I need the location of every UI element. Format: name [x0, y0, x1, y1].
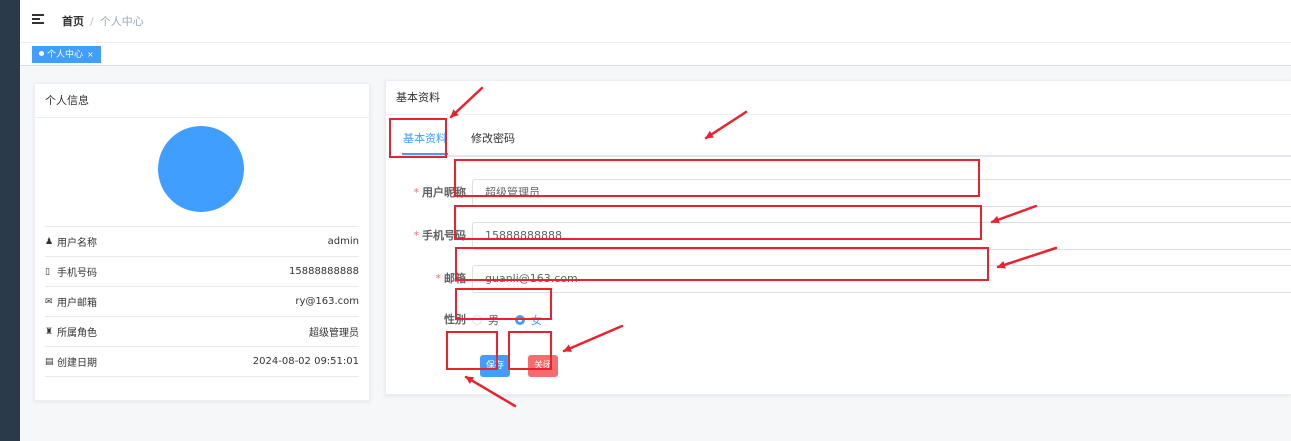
info-row-role: ♜ 所属角色 超级管理员: [45, 316, 359, 346]
breadcrumb: 首页 / 个人中心: [62, 13, 144, 29]
main-content: 个人信息 ♟ 用户名称 admin ▯ 手机号码 15888888888 ✉ 用户邮箱…: [20, 66, 1291, 441]
nickname-label: 用户昵称: [422, 186, 466, 199]
tab-basic-info[interactable]: 基本资料: [402, 127, 448, 155]
basic-card-title: 基本资料: [386, 81, 1291, 115]
close-button[interactable]: 关闭: [528, 355, 558, 377]
info-label: 用户邮箱: [57, 298, 97, 309]
radio-label: 女: [531, 314, 542, 327]
profile-card-title: 个人信息: [35, 84, 369, 118]
info-value: 15888888888: [289, 266, 359, 277]
required-asterisk: *: [435, 272, 442, 285]
breadcrumb-home[interactable]: 首页: [62, 15, 84, 28]
tag-active-dot-icon: [39, 51, 44, 56]
required-asterisk: *: [413, 186, 420, 199]
phone-input[interactable]: 15888888888: [472, 222, 1291, 250]
phone-label: 手机号码: [422, 229, 466, 242]
gender-radio-male[interactable]: 男: [472, 312, 499, 328]
role-icon: ♜: [45, 326, 54, 337]
user-icon: ♟: [45, 236, 54, 247]
form-row-gender: 性别 男 女: [386, 306, 1291, 334]
info-value: 超级管理员: [309, 328, 359, 339]
form-row-nickname: * 用户昵称 超级管理员: [386, 179, 1291, 207]
info-row-username: ♟ 用户名称 admin: [45, 226, 359, 256]
gender-radio-group: 男 女: [472, 306, 558, 334]
avatar[interactable]: [158, 126, 244, 212]
form-row-phone: * 手机号码 15888888888: [386, 222, 1291, 250]
tabs: 基本资料 修改密码: [396, 127, 1291, 157]
tag-profile[interactable]: 个人中心 ×: [32, 46, 101, 63]
info-row-created: ▤ 创建日期 2024-08-02 09:51:01: [45, 346, 359, 377]
info-label: 所属角色: [57, 328, 97, 339]
form-row-email: * 邮箱 guanli@163.com: [386, 265, 1291, 293]
email-input[interactable]: guanli@163.com: [472, 265, 1291, 293]
email-label: 邮箱: [444, 272, 466, 285]
radio-circle-icon: [472, 315, 482, 325]
tab-change-password[interactable]: 修改密码: [471, 127, 515, 153]
phone-icon: ▯: [45, 266, 50, 277]
sidebar-collapsed: [0, 0, 20, 441]
profile-info-list: ♟ 用户名称 admin ▯ 手机号码 15888888888 ✉ 用户邮箱 ry@1…: [45, 226, 359, 377]
info-value: ry@163.com: [295, 296, 359, 307]
navbar: 首页 / 个人中心: [20, 0, 1291, 43]
gender-radio-female[interactable]: 女: [515, 312, 542, 328]
breadcrumb-separator: /: [90, 15, 94, 28]
info-value: admin: [327, 236, 359, 247]
info-label: 手机号码: [57, 268, 97, 279]
gender-label: 性别: [444, 313, 466, 326]
info-row-phone: ▯ 手机号码 15888888888: [45, 256, 359, 286]
hamburger-icon[interactable]: [32, 14, 44, 25]
tag-label: 个人中心: [47, 50, 84, 60]
radio-label: 男: [488, 314, 499, 327]
email-icon: ✉: [45, 296, 53, 307]
info-label: 创建日期: [57, 358, 97, 369]
calendar-icon: ▤: [45, 356, 54, 367]
save-button[interactable]: 保存: [480, 355, 510, 377]
required-asterisk: *: [413, 229, 420, 242]
info-label: 用户名称: [57, 238, 97, 249]
tag-close-icon[interactable]: ×: [87, 50, 94, 59]
radio-checked-icon: [515, 315, 525, 325]
tags-view: 个人中心 ×: [20, 43, 1291, 66]
breadcrumb-current: 个人中心: [99, 15, 144, 28]
basic-info-card: 基本资料 基本资料 修改密码 * 用户昵称 超级管理员 * 手机号码 1588888…: [385, 80, 1291, 395]
profile-card: 个人信息 ♟ 用户名称 admin ▯ 手机号码 15888888888 ✉ 用户邮箱…: [34, 83, 370, 401]
info-value: 2024-08-02 09:51:01: [252, 356, 359, 367]
nickname-input[interactable]: 超级管理员: [472, 179, 1291, 207]
info-row-email: ✉ 用户邮箱 ry@163.com: [45, 286, 359, 316]
